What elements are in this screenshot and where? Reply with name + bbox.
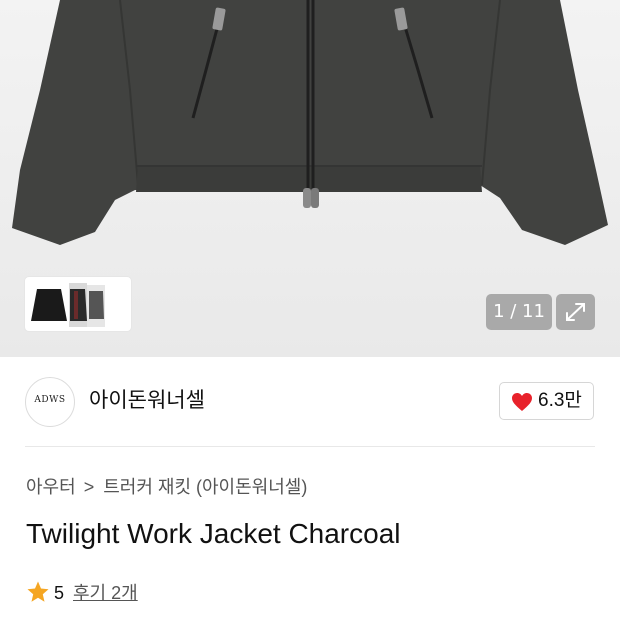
like-count: 6.3만	[538, 390, 582, 411]
review-count-link[interactable]: 후기 2개	[73, 580, 138, 606]
expand-button[interactable]	[556, 294, 595, 330]
breadcrumb: 아우터 > 트러커 재킷 (아이돈워너셀)	[26, 474, 307, 500]
breadcrumb-subcategory[interactable]: 트러커 재킷 (아이돈워너셀)	[103, 477, 307, 497]
heart-icon	[512, 393, 532, 411]
brand-logo[interactable]: ADWS	[25, 377, 75, 427]
brand-name[interactable]: 아이돈워너셀	[89, 386, 205, 416]
expand-icon	[566, 303, 585, 321]
thumbnail-images	[29, 281, 105, 327]
brand-logo-text: ADWS	[34, 395, 66, 405]
image-counter: 1 / 11	[486, 294, 552, 330]
chevron-right-icon: >	[83, 477, 95, 497]
divider	[25, 446, 595, 447]
rating-score: 5	[54, 583, 65, 603]
thumbnail-strip[interactable]: ›	[25, 277, 131, 331]
like-button[interactable]: 6.3만	[499, 382, 594, 420]
product-image[interactable]: › 1 / 11	[0, 0, 620, 357]
breadcrumb-category[interactable]: 아우터	[26, 477, 76, 497]
star-icon	[27, 581, 49, 602]
product-title: Twilight Work Jacket Charcoal	[26, 518, 401, 549]
